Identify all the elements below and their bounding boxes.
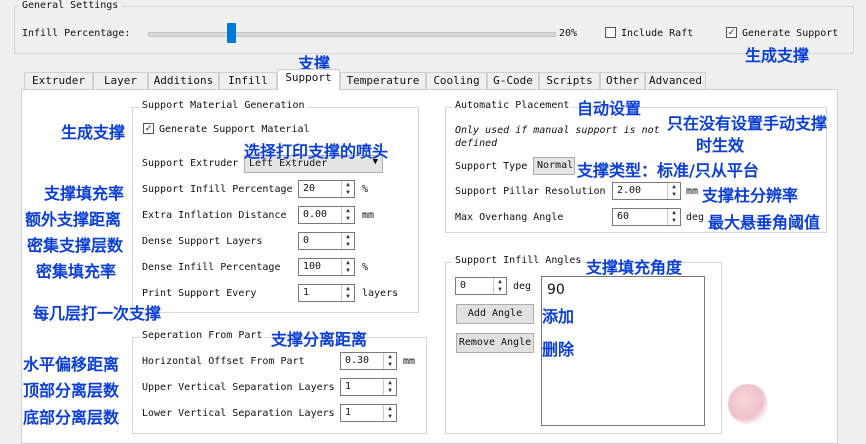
annotation-choose-extruder: 选择打印支撑的喷头 [244,142,389,161]
support-infill-percentage-label: Support Infill Percentage [142,184,293,195]
infill-percentage-label: Infill Percentage: [22,28,131,39]
horizontal-offset-label: Horizontal Offset From Part [142,356,305,367]
tab-layer[interactable]: Layer [93,72,148,89]
automatic-placement-title: Automatic Placement [452,100,573,111]
add-angle-button[interactable]: Add Angle [456,304,534,324]
annotation-separation: 支撑分离距离 [271,330,368,349]
support-generation-title: Support Material Generation [139,100,308,111]
tab-other[interactable]: Other [600,72,645,89]
annotation-lower: 底部分离层数 [23,408,120,427]
print-support-every-spinbox[interactable]: 1 ▲ ▼ [298,284,355,302]
annotation-remove: 删除 [542,340,575,359]
support-infill-percentage-unit: % [362,184,369,195]
tab-cooling[interactable]: Cooling [426,72,487,89]
dense-support-layers-spinbox[interactable]: 0 ▲ ▼ [298,232,355,250]
manual-support-note: Only used if manual support is not defin… [455,125,660,149]
annotation-print-every: 每几层打一次支撑 [33,304,162,323]
annotation-manual-only-2: 时生效 [696,136,745,155]
general-settings-title: General Settings [19,0,122,11]
lower-separation-label: Lower Vertical Separation Layers [142,408,335,419]
upper-separation-spinbox[interactable]: 1 ▲ ▼ [340,378,397,396]
infill-percentage-value: 20% [559,28,578,39]
support-pillar-resolution-spinbox[interactable]: 2.00 ▲ ▼ [612,182,681,200]
annotation-auto: 自动设置 [577,99,642,118]
generate-support-material-label: Generate Support Material [159,124,310,135]
tab-additions[interactable]: Additions [148,72,219,89]
separation-title: Seperation From Part [139,330,266,341]
support-infill-angles-title: Support Infill Angles [452,255,585,266]
support-pillar-resolution-unit: mm [686,186,699,197]
annotation-manual-only-1: 只在没有设置手动支撑 [667,114,828,133]
annotation-generate-support-material: 生成支撑 [61,123,126,142]
extra-inflation-spinbox[interactable]: 0.00 ▲ ▼ [298,206,355,224]
horizontal-offset-unit: mm [403,356,416,367]
support-type-value: Normal [537,160,574,171]
angle-input-unit: deg [513,281,532,292]
annotation-horizontal: 水平偏移距离 [23,355,120,374]
print-support-every-label: Print Support Every [142,288,257,299]
annotation-generate-support: 生成支撑 [745,46,810,65]
extra-inflation-unit: mm [362,210,375,221]
tab-g-code[interactable]: G-Code [487,72,539,89]
dense-support-layers-label: Dense Support Layers [142,236,263,247]
upper-separation-label: Upper Vertical Separation Layers [142,382,335,393]
tab-infill[interactable]: Infill [219,72,277,89]
max-overhang-angle-spinbox[interactable]: 60 ▲ ▼ [612,208,681,226]
angle-list-item[interactable]: 90 [547,282,565,298]
support-type-select[interactable]: Normal [533,157,575,175]
generate-support-material-checkbox[interactable]: ✓ [143,123,154,134]
tab-advanced[interactable]: Advanced [645,72,706,89]
tab-temperature[interactable]: Temperature [340,72,426,89]
max-overhang-angle-unit: deg [686,212,705,223]
remove-angle-button[interactable]: Remove Angle [456,333,534,353]
annotation-infill-pct: 支撑填充率 [44,184,125,203]
infill-slider[interactable] [148,23,556,43]
horizontal-offset-spinbox[interactable]: 0.30 ▲ ▼ [340,352,397,370]
generate-support-checkbox[interactable]: ✓ [726,27,737,38]
print-support-every-unit: layers [362,288,399,299]
annotation-overhang: 最大悬垂角阈值 [708,213,821,232]
support-extruder-label: Support Extruder [142,158,239,169]
annotation-add: 添加 [542,307,575,326]
tab-scripts[interactable]: Scripts [539,72,600,89]
dense-infill-percentage-unit: % [362,262,369,273]
watermark-logo [728,384,768,424]
support-type-label: Support Type [455,161,528,172]
annotation-type: 支撑类型：标准/只从平台 [577,161,759,180]
annotation-dense-layers: 密集支撑层数 [27,236,124,255]
annotation-dense-infill: 密集填充率 [36,262,117,281]
tab-extruder[interactable]: Extruder [24,72,93,89]
slider-track [148,32,556,37]
extra-inflation-label: Extra Inflation Distance [142,210,287,221]
dense-infill-percentage-label: Dense Infill Percentage [142,262,281,273]
support-infill-percentage-spinbox[interactable]: 20 ▲ ▼ [298,180,355,198]
annotation-inflation: 额外支撑距离 [25,210,122,229]
lower-separation-spinbox[interactable]: 1 ▲ ▼ [340,404,397,422]
annotation-angles: 支撑填充角度 [586,258,683,277]
tab-support[interactable]: Support [277,69,340,90]
support-pillar-resolution-label: Support Pillar Resolution [455,186,606,197]
angle-input-spinbox[interactable]: 0 ▲ ▼ [455,277,507,295]
generate-support-label: Generate Support [742,28,839,39]
slider-thumb[interactable] [227,23,236,43]
max-overhang-angle-label: Max Overhang Angle [455,212,564,223]
dense-infill-percentage-spinbox[interactable]: 100 ▲ ▼ [298,258,355,276]
include-raft-checkbox[interactable] [605,27,616,38]
annotation-upper: 顶部分离层数 [23,381,120,400]
annotation-pillar: 支撑柱分辨率 [702,186,799,205]
include-raft-label: Include Raft [621,28,694,39]
